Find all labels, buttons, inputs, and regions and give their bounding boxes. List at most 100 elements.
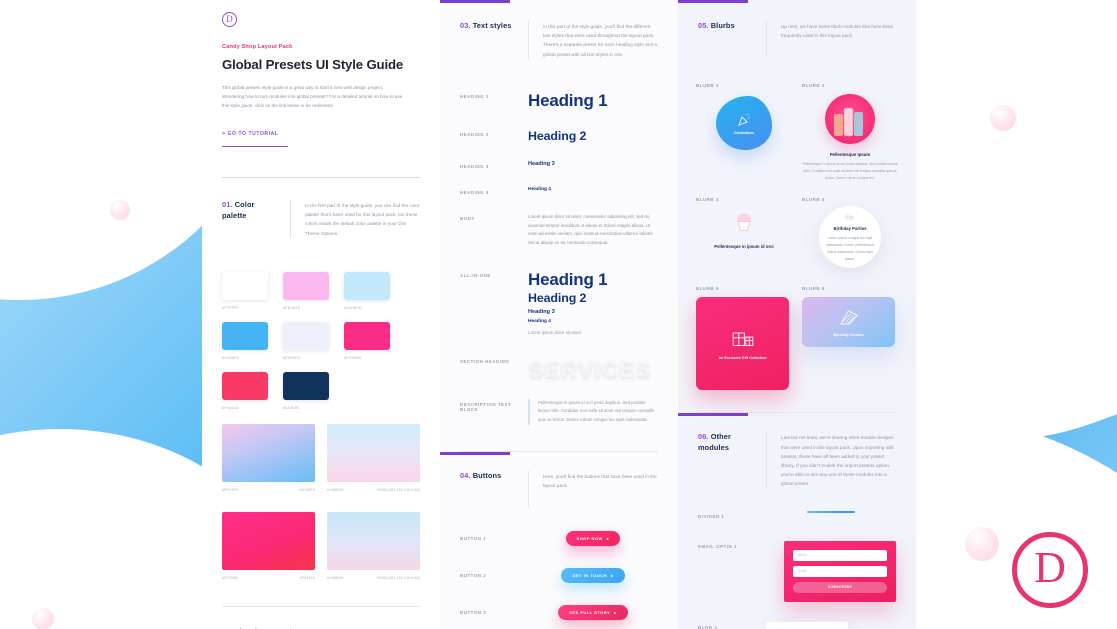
blurb-6-card: Specialty Candies bbox=[802, 297, 895, 348]
heading-sample-label: HEADING 2 bbox=[460, 131, 489, 137]
sample-button[interactable]: SEE FULL STORY ▸ bbox=[558, 604, 628, 620]
blurb-1-title: Celebrations bbox=[734, 130, 754, 135]
color-swatch: #EDF0FD bbox=[283, 321, 344, 360]
color-swatch-chip bbox=[344, 271, 390, 300]
section-heading-label: SECTION HEADING bbox=[460, 358, 510, 364]
color-swatch-hex: #C6EBFD bbox=[344, 305, 362, 310]
hero-block: D Candy Shop Layout Pack Global Presets … bbox=[202, 0, 440, 179]
button-sample-row: BUTTON 3 SEE FULL STORY ▸ bbox=[440, 604, 678, 620]
color-swatch-hex: #FF2D8B bbox=[344, 355, 362, 360]
color-swatch: #0A2E5C bbox=[283, 371, 344, 410]
all-in-one-h1: Heading 1 bbox=[528, 270, 608, 289]
all-in-one-h3: Heading 3 bbox=[528, 309, 555, 315]
section-rule bbox=[528, 21, 529, 59]
go-to-tutorial-link[interactable]: > GO TO TUTORIAL bbox=[222, 131, 279, 137]
gradient-row-1: #FDC6F5 #4CB8F5 #C6EBFD RGBA(253,198,245,0.… bbox=[202, 423, 440, 492]
gradient-to-hex: RGBA(253,198,245,0.45) bbox=[377, 575, 420, 580]
blurb-2-label: BLURB 2 bbox=[802, 83, 825, 88]
blurb-5-card: An Exclusive Gift Collection bbox=[696, 297, 789, 391]
sample-button[interactable]: GET IN TOUCH ▸ bbox=[561, 567, 625, 583]
blurb-1-blob: Celebrations bbox=[716, 96, 772, 150]
color-swatch: #FF2D8B bbox=[344, 321, 405, 360]
section-text-styles-title: 03. Text styles bbox=[460, 21, 514, 59]
section-number: 04. bbox=[460, 470, 471, 480]
hero-divider bbox=[222, 177, 420, 179]
section-number: 01. bbox=[222, 200, 233, 210]
decorative-dot bbox=[110, 200, 130, 220]
blurb-row-1: BLURB 1 Celebrations BLURB 2 Pellentesqu… bbox=[678, 83, 916, 181]
color-swatch-chip bbox=[283, 321, 329, 350]
blurb-2: BLURB 2 Pellentesque Ipsum Pellentesque … bbox=[802, 83, 898, 181]
gradient-swatch-meta: #FDC6F5 #4CB8F5 bbox=[222, 488, 315, 492]
description-block-sample: Pellentesque in ipsum id orci porta dapi… bbox=[528, 398, 658, 425]
cupcake-icon bbox=[737, 213, 751, 232]
subscribe-button[interactable]: SUBSCRIBE bbox=[793, 581, 887, 593]
divi-mark-icon: D bbox=[222, 12, 237, 27]
button-sample-label: BUTTON 3 bbox=[460, 609, 487, 615]
color-swatch-chip bbox=[283, 271, 329, 300]
heading-sample-text: Heading 4 bbox=[528, 186, 551, 192]
all-in-one-row: ALL-IN-ONE Heading 1 Heading 2 Heading 3… bbox=[440, 270, 678, 338]
gradient-to-hex: #4CB8F5 bbox=[299, 487, 315, 492]
gradient-from-hex: #C6EBFD bbox=[327, 575, 344, 580]
heading-sample-label: HEADING 1 bbox=[460, 93, 489, 99]
blurb-1: BLURB 1 Celebrations bbox=[696, 83, 792, 181]
section-text-styles-description: In this part of the style guide, you'll … bbox=[543, 24, 657, 57]
gradient-swatch-meta: #C6EBFD RGBA(253,198,245,0.45) bbox=[327, 576, 420, 580]
color-swatch: #F9344A bbox=[222, 371, 283, 410]
gradient-swatch-meta: #FF2D8B #F9344A bbox=[222, 576, 315, 580]
heading-sample-label: HEADING 3 bbox=[460, 163, 489, 169]
all-in-one-h4: Heading 4 bbox=[528, 319, 551, 324]
heading-sample-row: HEADING 1 Heading 1 bbox=[440, 91, 678, 111]
color-swatch-chip bbox=[222, 371, 268, 400]
all-in-one-h2: Heading 2 bbox=[528, 291, 587, 305]
mid-accent-bar bbox=[440, 451, 510, 455]
cta-underline bbox=[222, 145, 288, 148]
button-sample-wrap: SHOP NOW ▸ bbox=[528, 530, 658, 546]
optin-wrap: Name Email SUBSCRIBE bbox=[766, 540, 896, 602]
blurb-4-title: Birthday Parties bbox=[833, 226, 867, 232]
blurb-6: BLURB 6 Specialty Candies bbox=[802, 286, 898, 348]
heading-sample-row: HEADING 4 Heading 4 bbox=[440, 187, 678, 195]
blog-card[interactable]: Hello world! Uncategorized Welcome to Wo… bbox=[766, 621, 848, 629]
top-accent-bar bbox=[440, 0, 510, 3]
blurb-5: BLURB 5 An Exclusive Gift Collection bbox=[696, 286, 792, 391]
section-other-modules-title: 06. Other modules bbox=[698, 432, 752, 488]
gradient-from-hex: #C6EBFD bbox=[327, 487, 344, 492]
divider-sample bbox=[807, 510, 855, 513]
optin-module-row: EMAIL OPTIN 1 Name Email SUBSCRIBE bbox=[678, 540, 916, 602]
description-block-wrap: Pellentesque in ipsum id orci porta dapi… bbox=[528, 398, 658, 425]
section-buttons-title: 04. Buttons bbox=[460, 471, 514, 507]
blurb-3-title: Pellentesque in ipsum id orci bbox=[714, 244, 774, 250]
email-field[interactable]: Email bbox=[793, 565, 887, 577]
gradient-swatch: #C6EBFD RGBA(253,198,245,0.45) bbox=[327, 423, 420, 492]
blurb-4: BLURB 4 Birthday Parties Lorem ipsum con… bbox=[802, 197, 898, 269]
sample-button[interactable]: SHOP NOW ▸ bbox=[565, 530, 621, 546]
blurb-2-image bbox=[825, 94, 875, 144]
color-swatch-hex: #F9344A bbox=[222, 405, 239, 410]
body-label: BODY bbox=[460, 215, 475, 221]
section-title: Text styles bbox=[472, 21, 512, 30]
divi-mark-letter: D bbox=[226, 14, 233, 24]
section-color-palette-title: 01. Color palette bbox=[222, 200, 276, 238]
blurb-5-title: An Exclusive Gift Collection bbox=[718, 356, 767, 361]
section-text-styles-header: 03. Text styles In this part of the styl… bbox=[440, 21, 678, 59]
body-sample: Lorem ipsum dolor sit amet, consectetur … bbox=[528, 213, 653, 246]
color-swatch-grid: #FFFFFF #FDC6F5 #C6EBFD #4CB8F5 #EDF0FD #FF2D… bbox=[202, 271, 440, 422]
divider-sample-wrap bbox=[766, 510, 896, 513]
heading-sample-text: Heading 1 bbox=[528, 90, 608, 110]
color-swatch-chip bbox=[283, 371, 329, 400]
column-left: D Candy Shop Layout Pack Global Presets … bbox=[202, 0, 440, 629]
color-swatch: #4CB8F5 bbox=[222, 321, 283, 360]
hero-kicker: Candy Shop Layout Pack bbox=[222, 44, 293, 50]
name-field[interactable]: Name bbox=[793, 549, 887, 561]
candy-stack-icon bbox=[839, 310, 858, 325]
section-rule bbox=[290, 200, 291, 238]
blurb-2-body: Pellentesque in ipsum id orci porta dapi… bbox=[802, 162, 898, 180]
gradient-swatch-meta: #C6EBFD RGBA(253,198,245,0.45) bbox=[327, 488, 420, 492]
section-title: Blurbs bbox=[710, 21, 735, 30]
button-sample-label: BUTTON 1 bbox=[460, 535, 487, 541]
blurb-6-title: Specialty Candies bbox=[833, 332, 864, 337]
heading-sample-text: Heading 3 bbox=[528, 160, 555, 167]
column-middle: 03. Text styles In this part of the styl… bbox=[440, 0, 678, 629]
